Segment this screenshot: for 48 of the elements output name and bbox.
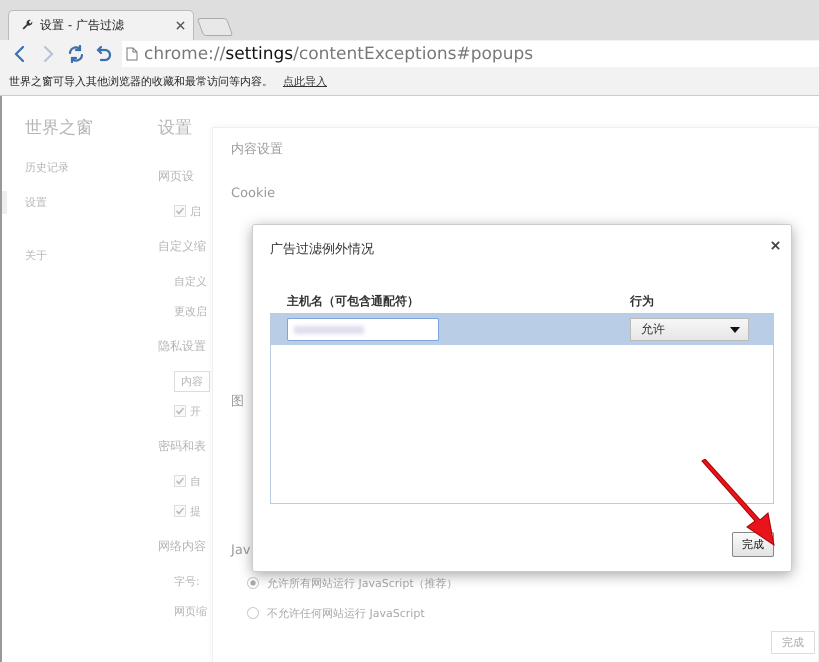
section-heading: 网络内容 [158, 538, 207, 554]
dialog-title: 广告过滤例外情况 [270, 241, 374, 258]
checkbox-label: 自 [190, 474, 201, 488]
section-heading: Jav [231, 543, 250, 558]
section-heading: Cookie [231, 186, 276, 201]
undo-icon[interactable] [94, 44, 114, 64]
section-heading: 自定义缩 [158, 238, 207, 254]
hostname-field[interactable] [287, 318, 439, 341]
checkbox[interactable] [174, 205, 186, 217]
section-heading: 密码和表 [158, 438, 207, 454]
import-link[interactable]: 点此导入 [283, 74, 327, 89]
address-bar[interactable]: chrome://settings/contentExceptions#popups [122, 41, 819, 67]
info-message: 世界之窗可导入其他浏览器的收藏和最常访问等内容。 [9, 74, 273, 89]
section-heading: 图 [231, 393, 244, 410]
new-tab-button[interactable] [196, 18, 234, 36]
checkbox-label: 启 [190, 204, 201, 218]
panel-title: 内容设置 [231, 141, 284, 159]
behavior-dropdown[interactable]: 允许 [630, 318, 749, 341]
wrench-icon [21, 19, 34, 32]
sidebar-title: 世界之窗 [24, 117, 94, 140]
close-icon[interactable] [771, 240, 780, 250]
caret-icon [730, 326, 740, 332]
browser-tab[interactable]: 设置 - 广告过滤 [8, 10, 194, 40]
checkbox[interactable] [174, 505, 186, 517]
setting-label: 自定义 [174, 274, 207, 288]
settings-title: 设置 [158, 117, 193, 140]
radio-button[interactable] [247, 607, 259, 619]
reload-icon[interactable] [66, 44, 86, 64]
checkbox-label: 提 [190, 504, 201, 518]
url-text: chrome://settings/contentExceptions#popups [144, 44, 534, 64]
radio-label: 允许所有网站运行 JavaScript（推荐） [267, 576, 458, 590]
setting-label: 网页缩 [174, 604, 207, 618]
column-header: 主机名（可包含通配符） [287, 292, 420, 310]
tab-title: 设置 - 广告过滤 [40, 17, 125, 34]
section-heading: 隐私设置 [158, 338, 207, 354]
close-icon[interactable] [176, 21, 185, 30]
blurred-text [294, 326, 364, 334]
list-row[interactable]: 允许 [271, 314, 773, 345]
page-icon [126, 47, 138, 61]
setting-label: 字号: [174, 574, 200, 588]
radio-button[interactable] [247, 577, 259, 589]
checkbox[interactable] [174, 475, 186, 487]
setting-label: 更改启 [174, 304, 207, 318]
checkbox-label: 开 [190, 404, 201, 418]
section-heading: 网页设 [158, 168, 195, 184]
checkbox[interactable] [174, 405, 186, 417]
column-header: 行为 [630, 292, 654, 310]
radio-label: 不允许任何网站运行 JavaScript [267, 606, 425, 620]
